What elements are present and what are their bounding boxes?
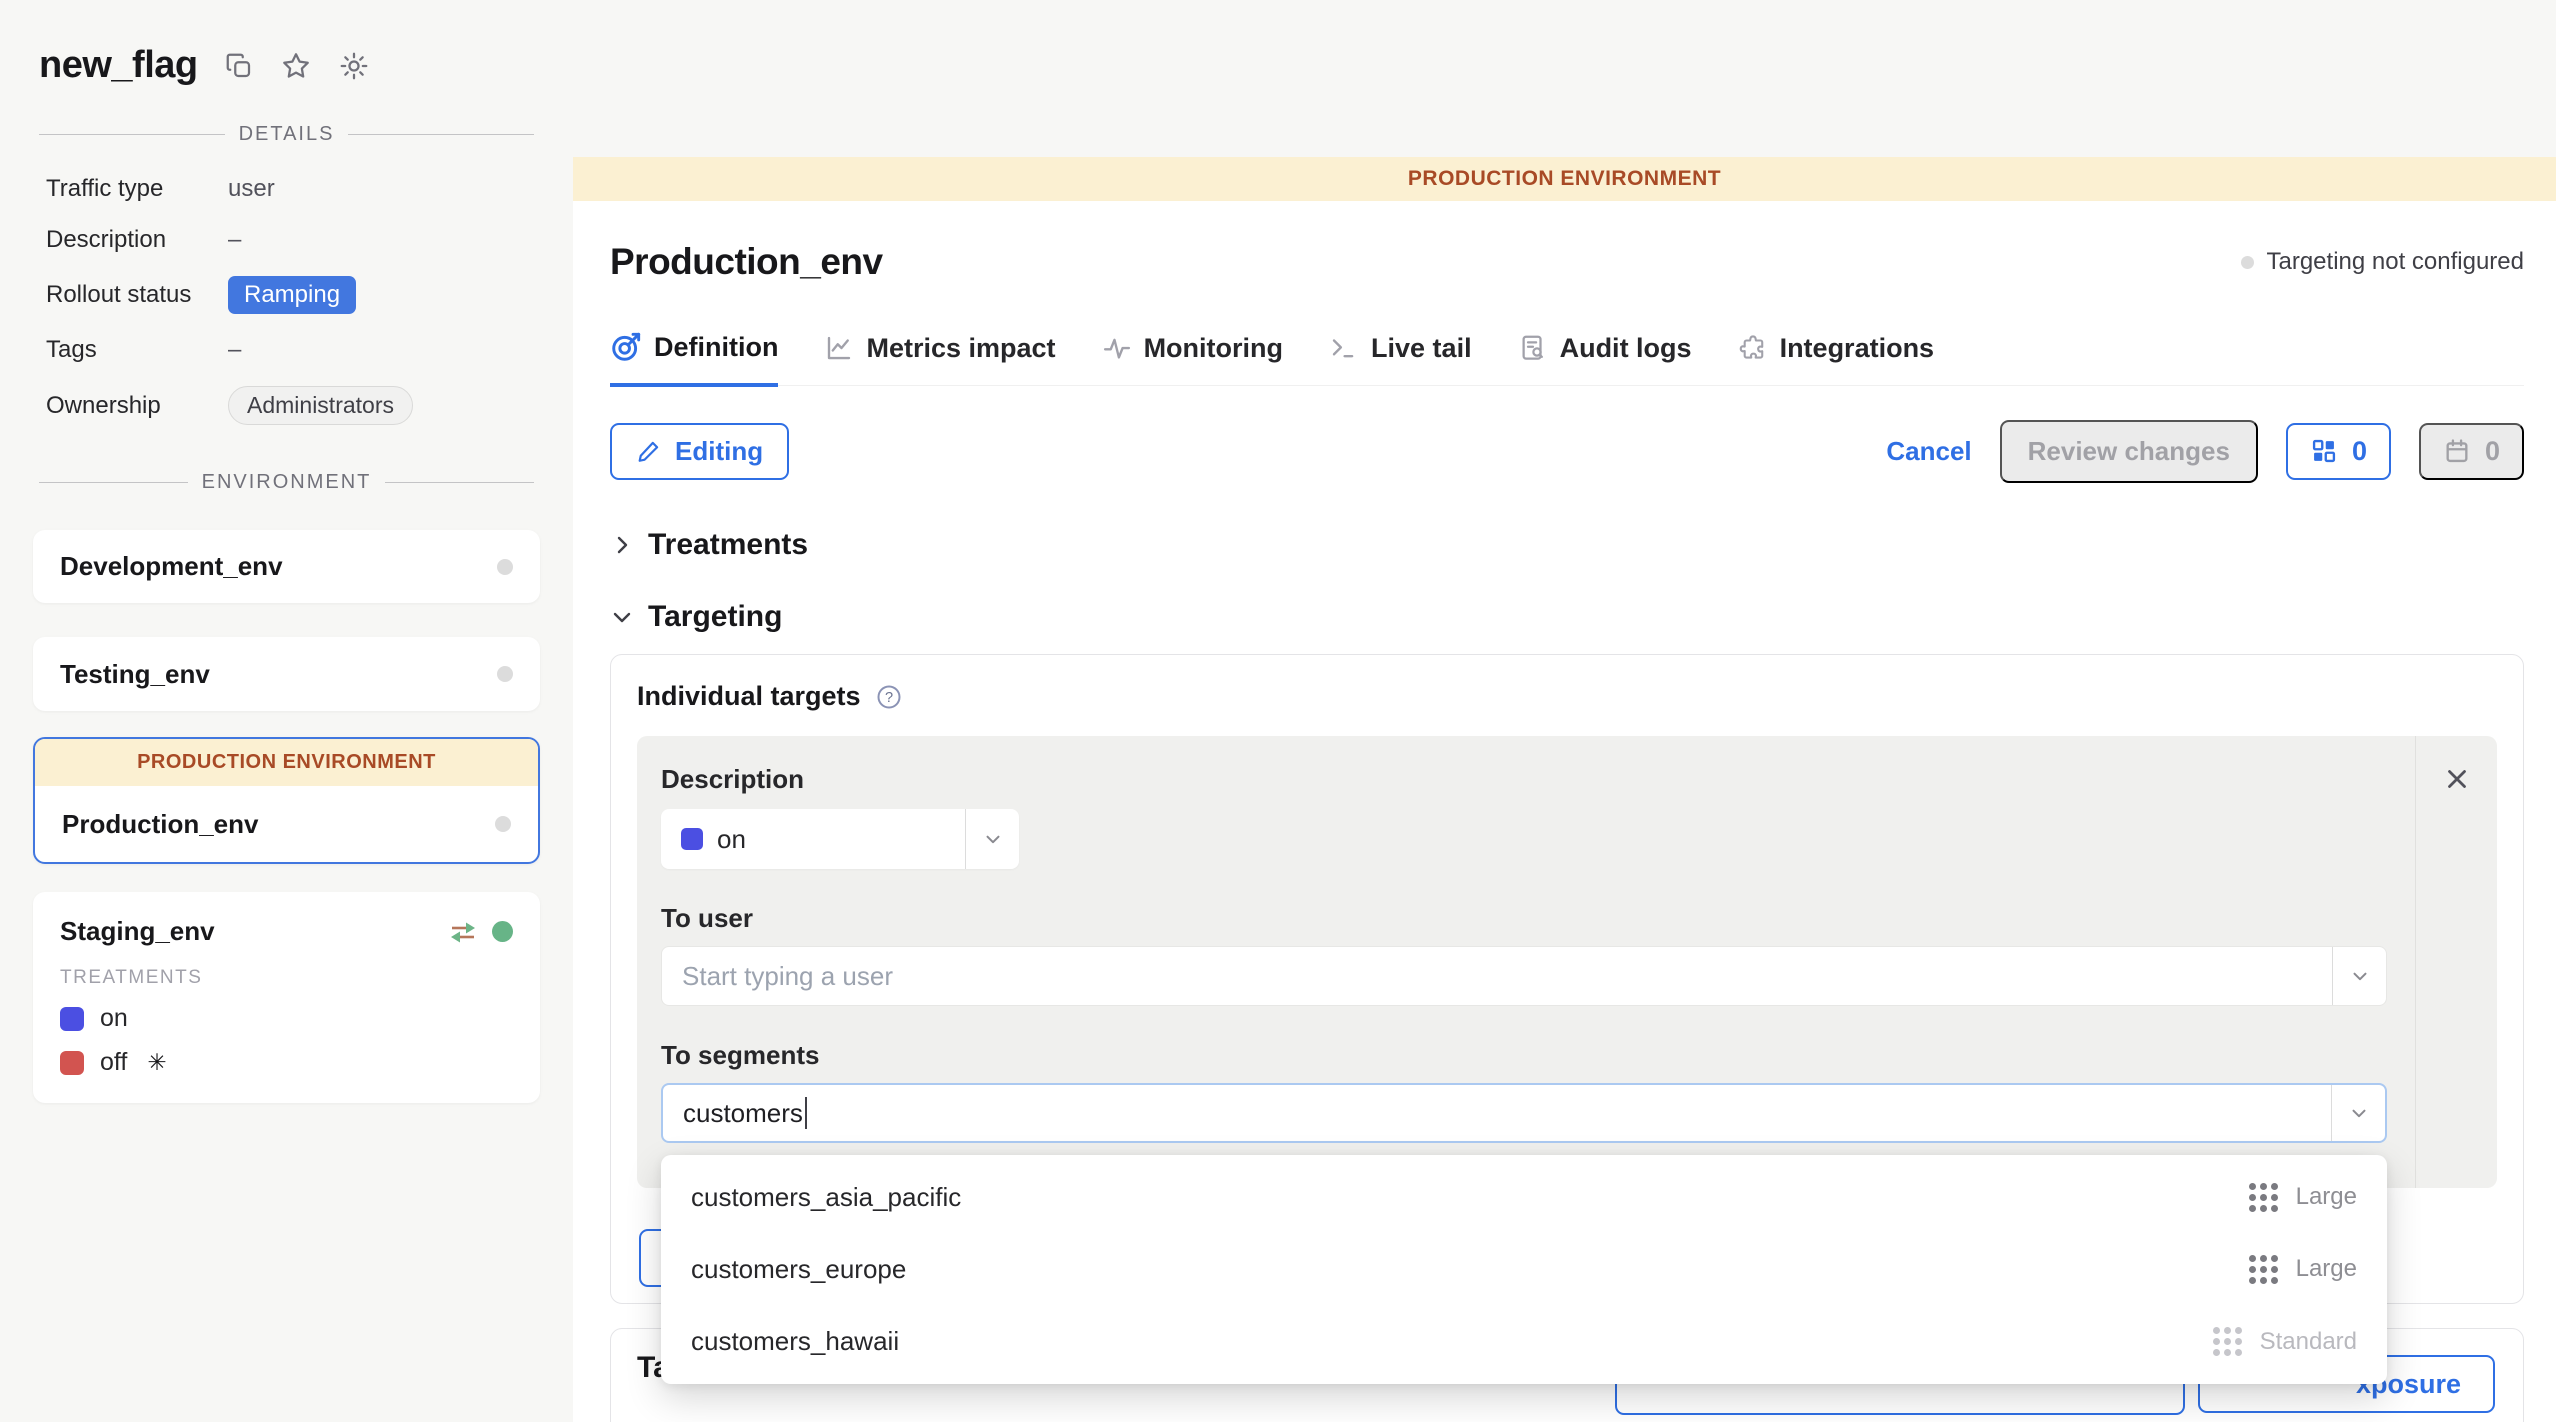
details-heading: DETAILS	[239, 123, 335, 146]
svg-text:?: ?	[884, 690, 892, 706]
production-environment-banner: PRODUCTION ENVIRONMENT	[573, 157, 2556, 201]
metrics-chart-icon	[824, 333, 854, 363]
to-user-field	[661, 946, 2387, 1006]
environment-heading: ENVIRONMENT	[202, 471, 372, 494]
user-input[interactable]	[662, 947, 2332, 1005]
treatments-section-toggle[interactable]: Treatments	[610, 528, 2524, 562]
env-card-production[interactable]: PRODUCTION ENVIRONMENT Production_env	[33, 737, 540, 864]
details-section-head: DETAILS	[39, 123, 534, 146]
to-user-label: To user	[661, 903, 2387, 934]
env-active-dot	[492, 921, 513, 942]
target-rule-box: Description on To user	[637, 736, 2497, 1188]
treatment-on-swatch	[60, 1007, 84, 1031]
gear-icon[interactable]	[338, 50, 370, 82]
app-screen: new_flag DETAILS Traffic type user Descr…	[0, 0, 2556, 1422]
page-title: Production_env	[610, 241, 883, 283]
description-label: Description	[661, 764, 2387, 795]
tab-audit-logs[interactable]: Audit logs	[1518, 331, 1692, 385]
target-rule-side	[2415, 736, 2497, 1188]
default-treatment-icon: ✳	[147, 1049, 166, 1076]
chevron-down-icon	[610, 605, 634, 629]
main-panel: PRODUCTION ENVIRONMENT Production_env Ta…	[573, 157, 2556, 1422]
treatment-on-row: on	[60, 1004, 513, 1033]
to-segments-label: To segments	[661, 1040, 2387, 1071]
star-icon[interactable]	[280, 50, 312, 82]
treatment-off-row: off ✳	[60, 1048, 513, 1077]
targeting-section-toggle[interactable]: Targeting	[610, 600, 2524, 634]
segment-grid-icon	[2249, 1183, 2278, 1212]
definition-target-icon	[610, 331, 642, 363]
cancel-link[interactable]: Cancel	[1886, 436, 1971, 467]
chevron-down-icon[interactable]	[965, 809, 1019, 869]
close-icon[interactable]	[2442, 764, 2472, 796]
individual-targets-title: Individual targets	[637, 681, 861, 712]
puzzle-icon	[1738, 333, 1768, 363]
env-card-development[interactable]: Development_env	[33, 530, 540, 603]
env-status-dot	[497, 559, 513, 575]
text-caret	[805, 1097, 807, 1129]
environment-list: Development_env Testing_env PRODUCTION E…	[33, 530, 540, 1103]
help-icon[interactable]: ?	[875, 683, 903, 711]
sidebar: new_flag DETAILS Traffic type user Descr…	[0, 0, 573, 1422]
tab-definition[interactable]: Definition	[610, 331, 778, 387]
segments-query-text: customers	[683, 1098, 803, 1129]
terminal-icon	[1329, 333, 1359, 363]
pencil-icon	[636, 438, 662, 464]
ownership-pill[interactable]: Administrators	[228, 386, 413, 425]
detail-row-description: Description –	[46, 225, 534, 255]
pulse-icon	[1102, 333, 1132, 363]
env-card-staging[interactable]: Staging_env TREATMENTS	[33, 892, 540, 1103]
segment-grid-icon	[2249, 1255, 2278, 1284]
chevron-right-icon	[610, 533, 634, 557]
detail-row-tags: Tags –	[46, 335, 534, 365]
tab-integrations[interactable]: Integrations	[1738, 331, 1935, 385]
treatment-on-swatch	[681, 828, 703, 850]
individual-targets-card: Individual targets ? Description on	[610, 654, 2524, 1304]
status-dot	[2241, 256, 2254, 269]
grid-icon	[2310, 437, 2338, 465]
rollout-status-badge[interactable]: Ramping	[228, 276, 356, 314]
env-card-testing[interactable]: Testing_env	[33, 637, 540, 711]
segment-option-hawaii[interactable]: customers_hawaii Standard	[661, 1306, 2387, 1378]
production-env-banner: PRODUCTION ENVIRONMENT	[35, 739, 538, 786]
calendar-icon	[2443, 437, 2471, 465]
detail-row-ownership: Ownership Administrators	[46, 386, 534, 425]
environment-section-head: ENVIRONMENT	[39, 471, 534, 494]
tab-bar: Definition Metrics impact Monitoring	[610, 331, 2524, 386]
env-status-dot	[495, 816, 511, 832]
tab-metrics-impact[interactable]: Metrics impact	[824, 331, 1055, 385]
changes-counter-button[interactable]: 0	[2286, 423, 2391, 480]
tab-monitoring[interactable]: Monitoring	[1102, 331, 1283, 385]
to-segments-field: customers customers_asia_pacific	[661, 1083, 2387, 1143]
treatments-label: TREATMENTS	[60, 967, 513, 989]
flag-name: new_flag	[39, 44, 198, 87]
detail-row-rollout-status: Rollout status Ramping	[46, 276, 534, 314]
segments-dropdown: customers_asia_pacific Large customers_e…	[661, 1155, 2387, 1384]
flag-header: new_flag	[0, 0, 573, 87]
treatment-select[interactable]: on	[661, 809, 1019, 869]
segments-input[interactable]: customers	[661, 1083, 2387, 1143]
review-changes-button[interactable]: Review changes	[2000, 420, 2258, 483]
segment-grid-icon-light	[2213, 1327, 2242, 1356]
audit-log-icon	[1518, 333, 1548, 363]
targeting-status: Targeting not configured	[2241, 248, 2524, 276]
treatment-off-swatch	[60, 1051, 84, 1075]
editing-button[interactable]: Editing	[610, 423, 789, 480]
chevron-down-icon[interactable]	[2332, 947, 2386, 1005]
segment-option-asia-pacific[interactable]: customers_asia_pacific Large	[661, 1161, 2387, 1233]
traffic-swap-icon	[448, 919, 478, 945]
tab-live-tail[interactable]: Live tail	[1329, 331, 1472, 385]
scheduled-counter-button[interactable]: 0	[2419, 423, 2524, 480]
env-status-dot	[497, 666, 513, 682]
detail-row-traffic-type: Traffic type user	[46, 174, 534, 204]
segment-option-europe[interactable]: customers_europe Large	[661, 1233, 2387, 1305]
details-rows: Traffic type user Description – Rollout …	[46, 174, 534, 425]
chevron-down-icon[interactable]	[2331, 1085, 2385, 1141]
copy-icon[interactable]	[224, 51, 254, 81]
